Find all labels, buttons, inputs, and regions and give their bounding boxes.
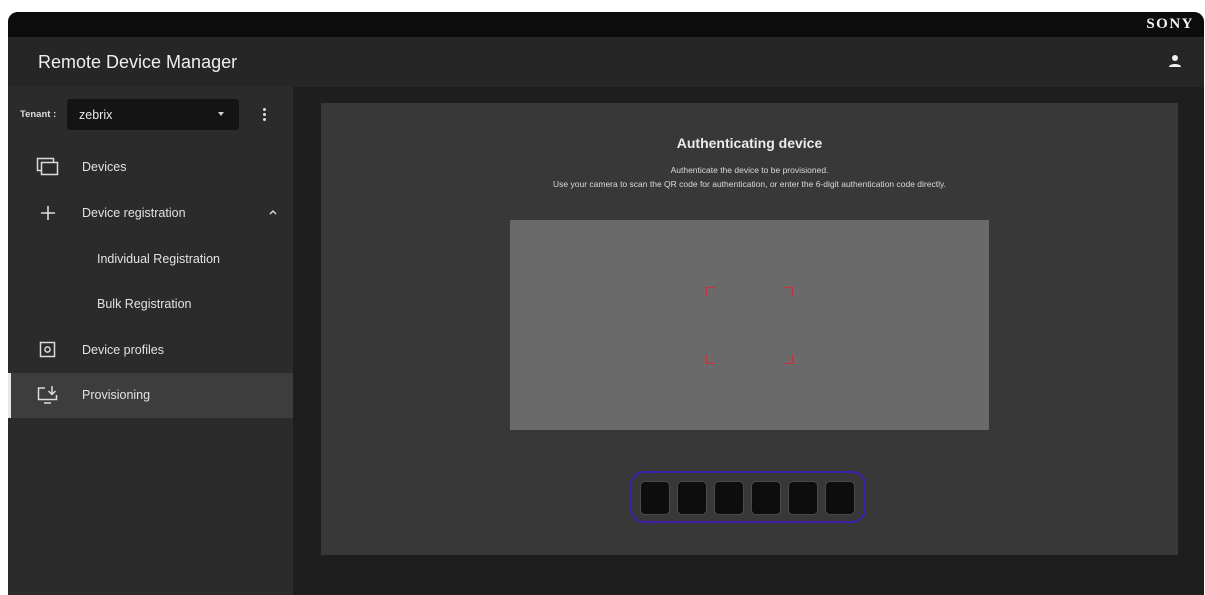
camera-preview[interactable] <box>510 220 989 430</box>
more-vert-icon[interactable] <box>259 107 269 123</box>
sidebar-item-individual-registration[interactable]: Individual Registration <box>8 237 293 282</box>
device-profile-icon <box>39 341 56 358</box>
sidebar-item-label: Individual Registration <box>97 252 220 266</box>
auth-panel: Authenticating device Authenticate the d… <box>321 103 1178 555</box>
tenant-label: Tenant : <box>20 109 57 120</box>
scan-frame-corner <box>706 287 715 296</box>
sidebar-item-device-registration[interactable]: Device registration <box>8 191 293 236</box>
sidebar: Tenant : zebrix Devices Device registrat… <box>8 87 293 595</box>
auth-description: Authenticate the device to be provisione… <box>670 165 829 175</box>
app-header: Remote Device Manager <box>8 37 1204 87</box>
code-digit-input[interactable] <box>714 481 744 515</box>
auth-instructions: Use your camera to scan the QR code for … <box>553 179 946 189</box>
code-digit-input[interactable] <box>677 481 707 515</box>
code-digit-input[interactable] <box>788 481 818 515</box>
chevron-up-icon <box>269 210 277 215</box>
caret-down-icon <box>218 112 224 116</box>
sidebar-item-label: Provisioning <box>82 388 151 402</box>
sidebar-item-label: Bulk Registration <box>97 297 192 311</box>
app-title: Remote Device Manager <box>38 52 238 72</box>
auth-code-input-group <box>630 471 866 523</box>
sidebar-item-devices[interactable]: Devices <box>8 145 293 190</box>
scan-frame-corner <box>706 355 715 364</box>
brand-logo: SONY <box>1146 16 1194 32</box>
page-title: Authenticating device <box>676 135 823 151</box>
app-window: SONY Remote Device Manager Tenant : zebr… <box>8 12 1204 595</box>
provisioning-icon <box>37 386 58 404</box>
sidebar-item-provisioning[interactable]: Provisioning <box>8 373 293 418</box>
user-icon[interactable] <box>1168 54 1182 68</box>
tenant-row: Tenant : zebrix <box>8 99 293 131</box>
plus-icon <box>41 206 55 220</box>
code-digit-input[interactable] <box>640 481 670 515</box>
sidebar-item-device-profiles[interactable]: Device profiles <box>8 328 293 373</box>
devices-icon <box>36 157 59 176</box>
scan-frame-corner <box>784 355 793 364</box>
sidebar-item-bulk-registration[interactable]: Bulk Registration <box>8 282 293 327</box>
sidebar-item-label: Device profiles <box>82 343 164 357</box>
brand-bar: SONY <box>8 12 1204 37</box>
sidebar-item-label: Devices <box>82 160 127 174</box>
tenant-value: zebrix <box>79 108 113 122</box>
sidebar-item-label: Device registration <box>82 206 186 220</box>
tenant-select[interactable]: zebrix <box>67 99 239 130</box>
code-digit-input[interactable] <box>825 481 855 515</box>
code-digit-input[interactable] <box>751 481 781 515</box>
scan-frame-corner <box>784 287 793 296</box>
